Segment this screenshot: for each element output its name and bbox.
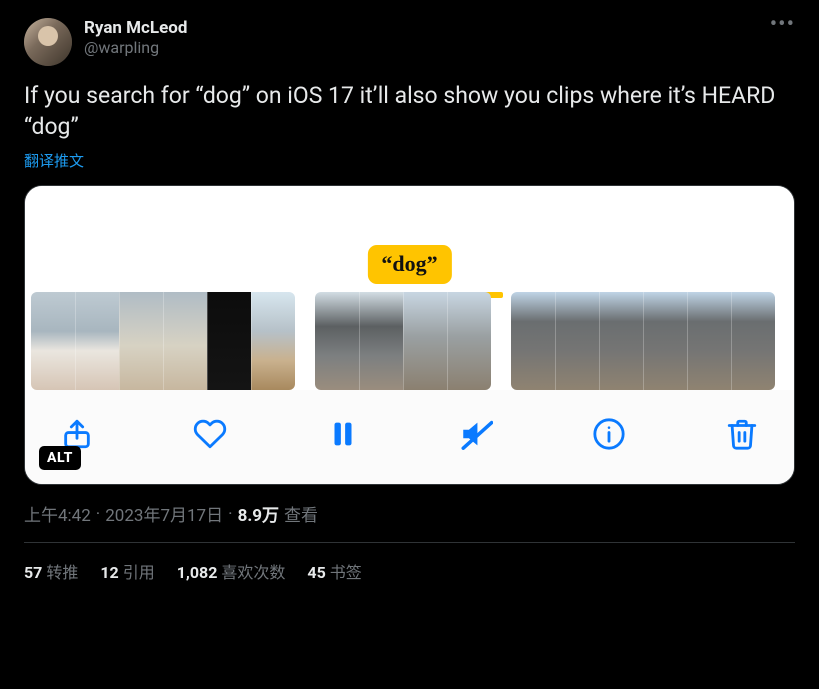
- stats-row: 57转推 12 引用 1,082喜欢次数 45 书签: [24, 543, 795, 583]
- dot-separator: ·: [228, 504, 232, 524]
- stat-value: 45: [307, 563, 325, 582]
- clip-thumb[interactable]: [359, 292, 403, 390]
- alt-badge[interactable]: ALT: [39, 446, 81, 470]
- meta-row: 上午4:42 · 2023年7月17日 · 8.9万 查看: [24, 501, 795, 526]
- tweet-text: If you search for “dog” on iOS 17 it’ll …: [24, 80, 795, 142]
- clip-thumb[interactable]: [207, 292, 251, 390]
- clip-thumb[interactable]: [119, 292, 163, 390]
- retweets-stat[interactable]: 57转推: [24, 559, 78, 583]
- stat-value: 1,082: [177, 563, 218, 582]
- clip-thumb[interactable]: [687, 292, 731, 390]
- clip-thumb[interactable]: [731, 292, 775, 390]
- heart-icon[interactable]: [188, 412, 232, 456]
- dot-separator: ·: [96, 504, 100, 524]
- clip-group[interactable]: [315, 292, 491, 390]
- bookmarks-stat[interactable]: 45 书签: [307, 559, 361, 583]
- mute-icon[interactable]: [454, 412, 498, 456]
- media-card[interactable]: “dog”: [24, 185, 795, 485]
- likes-stat[interactable]: 1,082喜欢次数: [177, 559, 286, 583]
- views-label: 查看: [284, 501, 318, 526]
- trash-icon[interactable]: [720, 412, 764, 456]
- clip-thumb[interactable]: [31, 292, 75, 390]
- search-chip: “dog”: [367, 245, 451, 284]
- translate-link[interactable]: 翻译推文: [24, 150, 84, 171]
- clip-thumb[interactable]: [403, 292, 447, 390]
- clip-group[interactable]: [31, 292, 295, 390]
- clip-thumb[interactable]: [251, 292, 295, 390]
- clip-thumb[interactable]: [511, 292, 555, 390]
- author-column: Ryan McLeod @warpling: [84, 18, 770, 57]
- tweet-header: Ryan McLeod @warpling •••: [24, 18, 795, 66]
- tweet-container: Ryan McLeod @warpling ••• If you search …: [8, 6, 811, 583]
- clip-thumb[interactable]: [163, 292, 207, 390]
- clip-thumb[interactable]: [555, 292, 599, 390]
- handle[interactable]: @warpling: [84, 38, 770, 57]
- video-toolbar: [25, 390, 794, 484]
- media-top: “dog”: [25, 186, 794, 292]
- clip-thumb[interactable]: [447, 292, 491, 390]
- more-icon[interactable]: •••: [770, 18, 795, 30]
- tweet-body: If you search for “dog” on iOS 17 it’ll …: [24, 80, 795, 583]
- quotes-stat[interactable]: 12 引用: [100, 559, 154, 583]
- stat-value: 12: [100, 563, 118, 582]
- stat-label: 引用: [123, 563, 155, 582]
- info-icon[interactable]: [587, 412, 631, 456]
- clip-thumb[interactable]: [75, 292, 119, 390]
- clip-thumb[interactable]: [315, 292, 359, 390]
- post-date[interactable]: 2023年7月17日: [105, 501, 223, 526]
- timeline-strip[interactable]: [25, 292, 794, 390]
- post-time[interactable]: 上午4:42: [24, 501, 91, 526]
- stat-label: 书签: [330, 563, 362, 582]
- clip-group[interactable]: [511, 292, 775, 390]
- stat-label: 喜欢次数: [221, 563, 285, 582]
- clip-thumb[interactable]: [599, 292, 643, 390]
- display-name[interactable]: Ryan McLeod: [84, 18, 770, 38]
- avatar[interactable]: [24, 18, 72, 66]
- pause-icon[interactable]: [321, 412, 365, 456]
- clip-thumb[interactable]: [643, 292, 687, 390]
- stat-label: 转推: [46, 563, 78, 582]
- stat-value: 57: [24, 563, 42, 582]
- views-value: 8.9万: [238, 501, 279, 526]
